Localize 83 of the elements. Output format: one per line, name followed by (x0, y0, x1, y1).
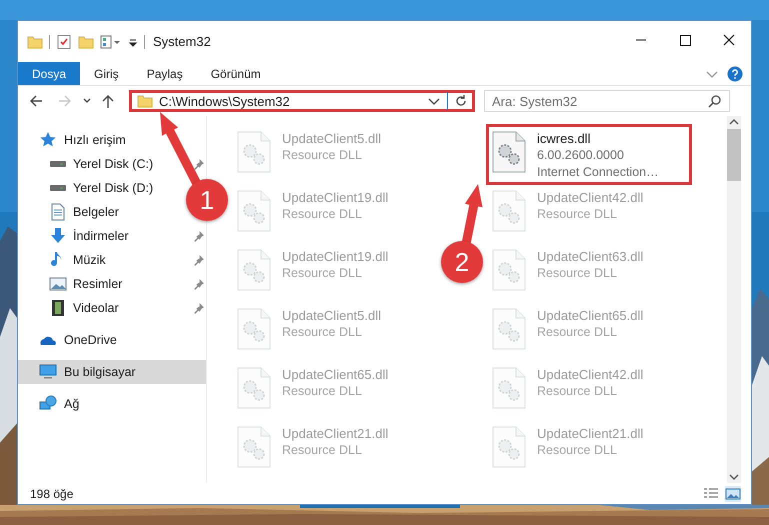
file-gear-icon (237, 131, 271, 173)
file-detail: Resource DLL (282, 147, 363, 164)
search-icon[interactable] (708, 94, 722, 108)
file-gear-icon (492, 131, 526, 173)
sidebar-item[interactable]: Yerel Disk (D:) (18, 176, 158, 200)
file-name: UpdateClient63.dll (537, 248, 644, 265)
refresh-icon[interactable] (454, 94, 468, 108)
ribbon-tab[interactable]: Paylaş (132, 62, 197, 85)
sidebar-item[interactable]: Videolar (18, 296, 123, 320)
sidebar-item[interactable]: Hızlı erişim (18, 128, 130, 152)
sidebar-item[interactable]: Ağ (18, 392, 84, 416)
drive-icon (49, 184, 67, 192)
file-name: icwres.dll (537, 130, 592, 147)
large-icons-view-icon[interactable] (725, 486, 741, 502)
pin-icon[interactable] (192, 302, 205, 314)
file-gear-icon (237, 367, 271, 409)
file-item[interactable]: icwres.dll 6.00.2600.0000 Internet Connection… (486, 124, 692, 185)
documents-icon (49, 203, 67, 221)
annotation-arrow (462, 184, 482, 245)
file-name: UpdateClient19.dll (282, 248, 388, 265)
sidebar-item[interactable]: Yerel Disk (C:) (18, 152, 158, 176)
sidebar-item[interactable]: Bu bilgisayar (18, 360, 206, 384)
file-gear-icon (492, 190, 526, 232)
file-gear-icon (237, 190, 271, 232)
sidebar-item[interactable]: OneDrive (18, 328, 121, 352)
file-name: UpdateClient21.dll (282, 425, 388, 442)
file-detail: 6.00.2600.0000 (537, 147, 625, 164)
file-detail: Resource DLL (537, 324, 618, 341)
star-icon (39, 131, 57, 149)
ribbon-tab[interactable]: Giriş (80, 62, 133, 85)
file-detail: Resource DLL (537, 265, 618, 282)
file-gear-icon (492, 308, 526, 350)
ribbon-tab[interactable]: Görünüm (196, 62, 275, 85)
sidebar-item[interactable]: İndirmeler (18, 224, 133, 248)
videos-icon (49, 299, 67, 317)
window-title: System32 (153, 34, 211, 49)
file-name: UpdateClient5.dll (282, 307, 382, 324)
file-gear-icon (492, 426, 526, 468)
address-bar[interactable]: C:\Windows\System32 (129, 90, 475, 112)
file-name: UpdateClient19.dll (282, 189, 388, 206)
scrollbar-thumb[interactable] (727, 129, 741, 181)
file-name: UpdateClient65.dll (282, 366, 388, 383)
pin-icon[interactable] (192, 158, 205, 170)
file-detail: Resource DLL (537, 206, 618, 223)
file-detail: Resource DLL (282, 265, 363, 282)
file-gear-icon (237, 249, 271, 291)
sidebar-item[interactable]: Müzik (18, 248, 110, 272)
file-name: UpdateClient21.dll (537, 425, 644, 442)
pin-icon[interactable] (192, 230, 205, 242)
folder-icon (137, 93, 153, 109)
downloads-icon (49, 227, 67, 245)
file-detail: Resource DLL (282, 324, 363, 341)
address-path: C:\Windows\System32 (159, 94, 291, 108)
file-detail: Resource DLL (282, 442, 363, 459)
file-name: UpdateClient42.dll (537, 189, 644, 206)
ribbon-tab[interactable]: Dosya (18, 62, 80, 85)
pin-icon[interactable] (192, 254, 205, 266)
file-name: UpdateClient5.dll (282, 130, 382, 147)
file-detail: Resource DLL (282, 383, 363, 400)
file-detail: Resource DLL (537, 383, 618, 400)
file-gear-icon (492, 367, 526, 409)
sidebar-item[interactable]: Belgeler (18, 200, 123, 224)
back-arrow-icon[interactable] (28, 93, 44, 109)
file-gear-icon (237, 426, 271, 468)
vertical-scrollbar[interactable] (727, 116, 741, 483)
file-name: UpdateClient42.dll (537, 366, 644, 383)
pictures-icon (49, 275, 67, 293)
file-detail: Resource DLL (537, 442, 618, 459)
item-count: 198 öğe (30, 486, 74, 500)
computer-icon (39, 363, 57, 381)
up-arrow-icon[interactable] (100, 93, 116, 109)
file-name: UpdateClient65.dll (537, 307, 644, 324)
file-detail: Resource DLL (282, 206, 363, 223)
search-field[interactable]: Ara: System32 (484, 90, 730, 112)
file-gear-icon (492, 249, 526, 291)
help-icon[interactable] (727, 66, 743, 82)
layout-icon[interactable] (100, 34, 122, 50)
file-detail: Internet Connection… (537, 164, 659, 181)
properties-icon[interactable] (56, 34, 72, 50)
drive-icon (49, 160, 67, 168)
sidebar-item[interactable]: Resimler (18, 272, 126, 296)
pin-icon[interactable] (192, 278, 205, 290)
file-gear-icon (237, 308, 271, 350)
